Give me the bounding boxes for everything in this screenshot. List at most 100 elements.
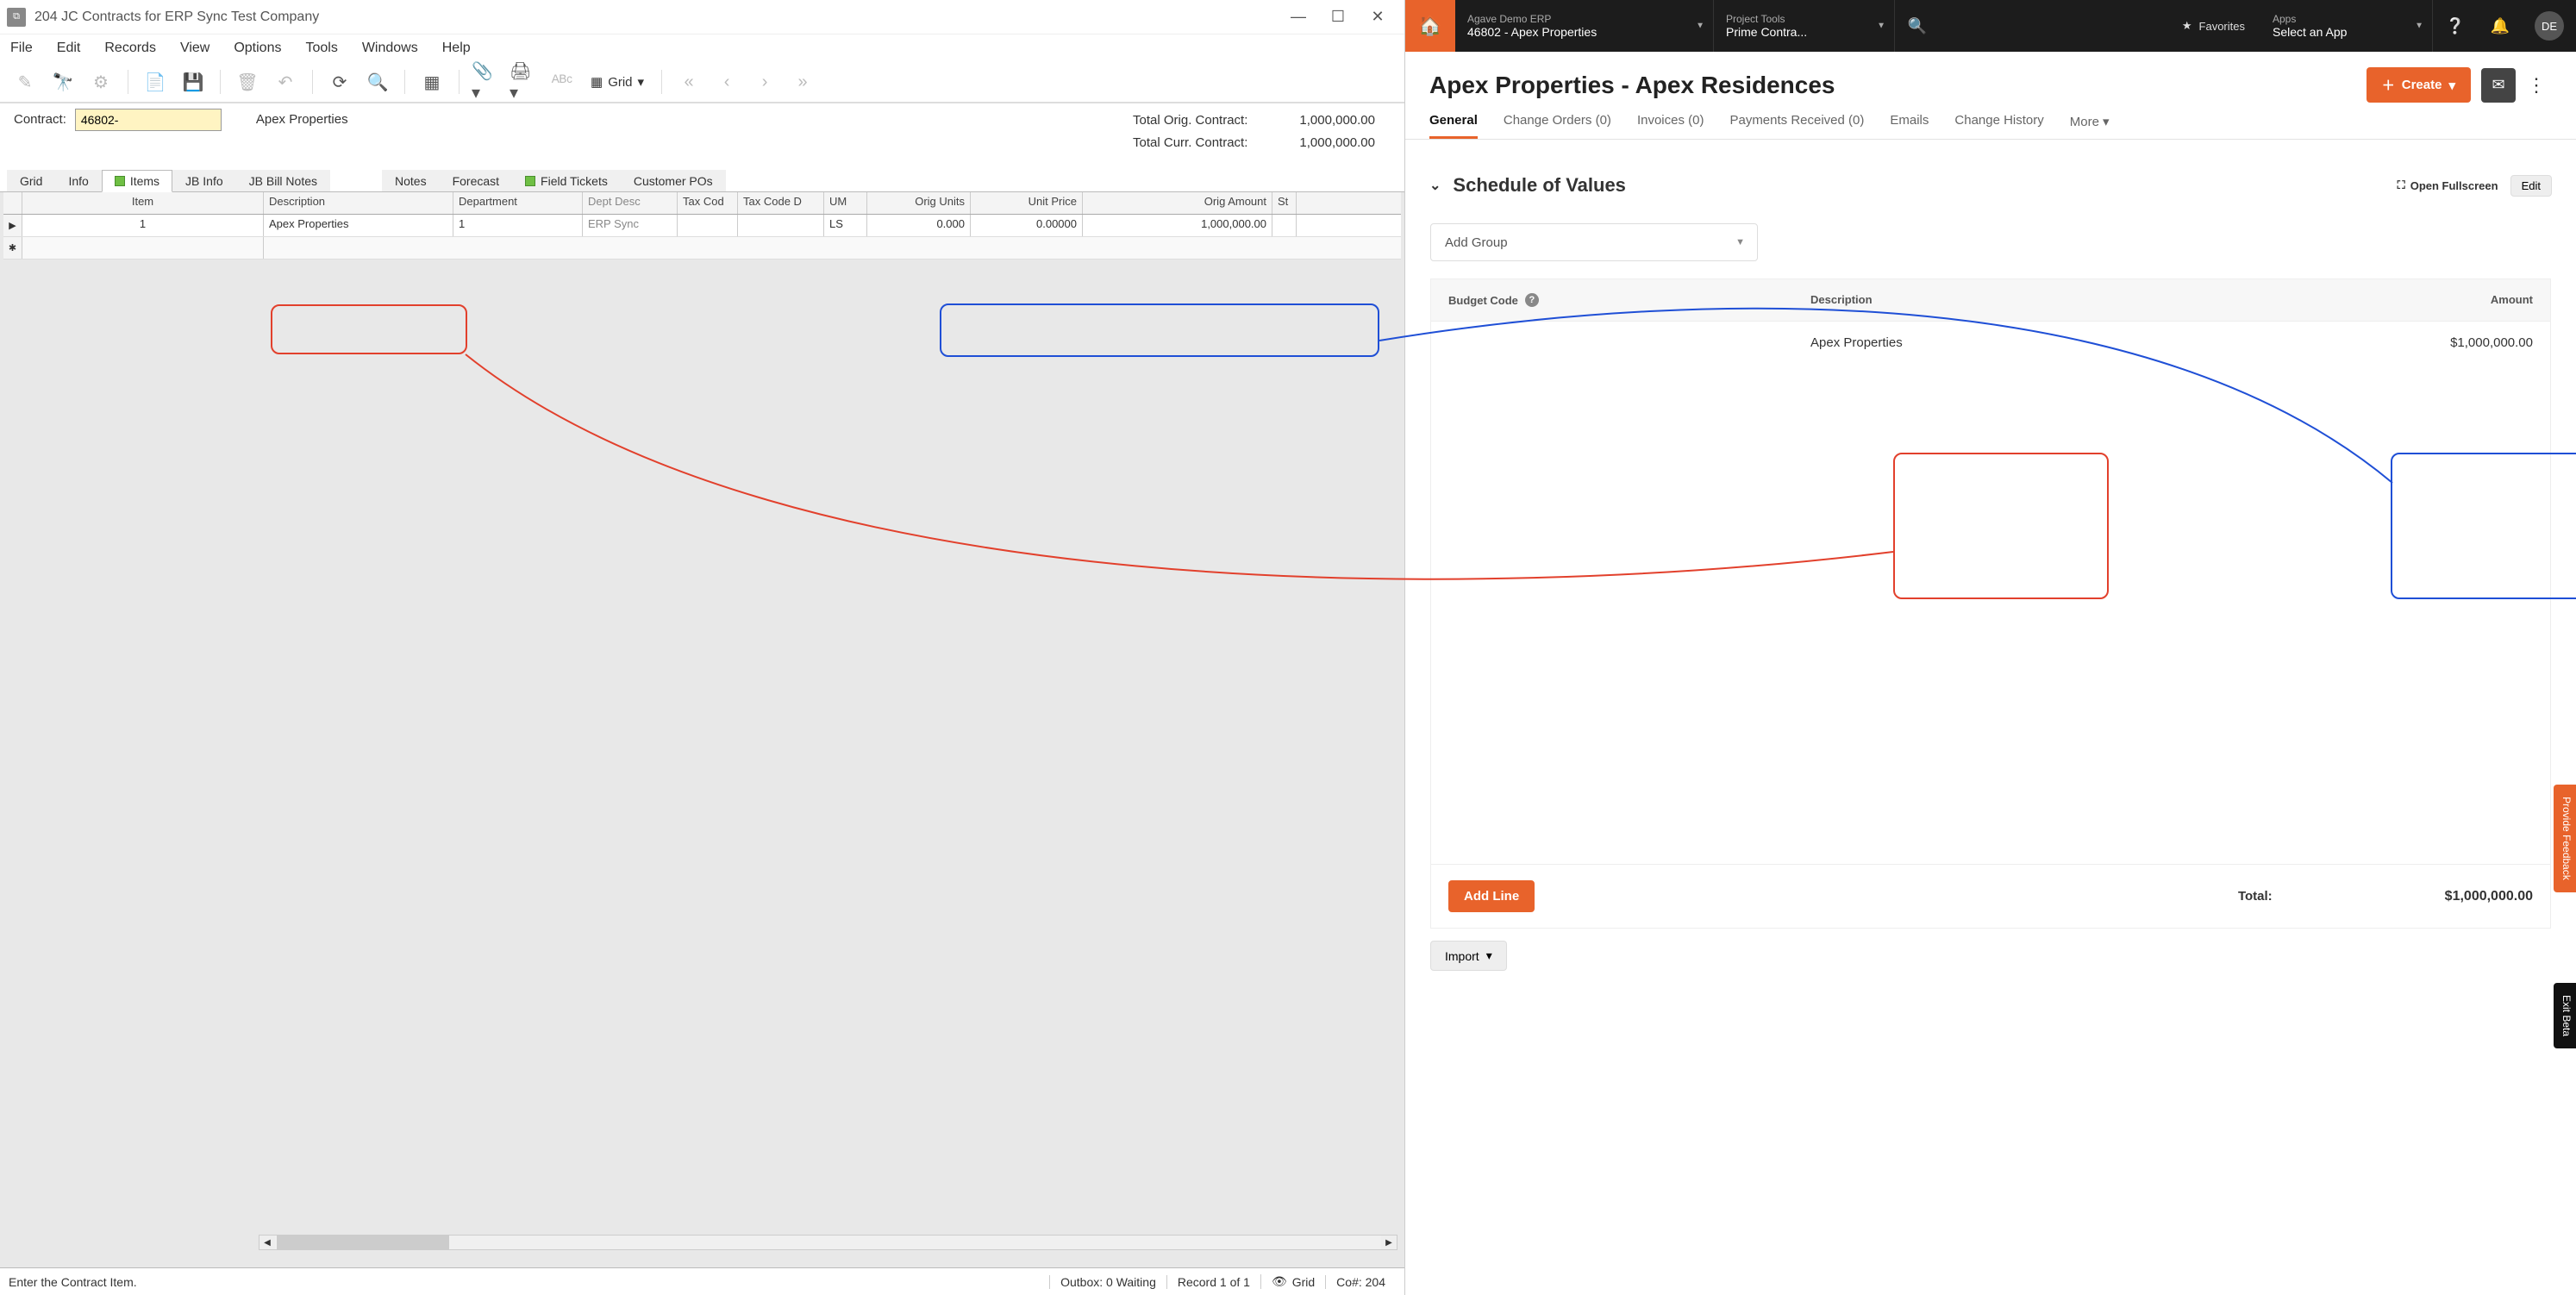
close-button[interactable]: ✕ — [1358, 3, 1397, 31]
undo-icon[interactable]: ↶ — [271, 67, 300, 97]
save-icon[interactable]: 💾 — [178, 67, 208, 97]
col-deptdesc[interactable]: Dept Desc — [583, 192, 678, 214]
tab-items[interactable]: Items — [102, 170, 172, 192]
cell-origamount[interactable]: 1,000,000.00 — [1083, 215, 1272, 236]
grid-horizontal-scrollbar[interactable]: ◀ ▶ — [259, 1235, 1397, 1250]
prev-record-icon[interactable]: ‹ — [712, 67, 741, 97]
fullscreen-button[interactable]: ⛶Open Fullscreen — [2398, 178, 2498, 192]
tab-fieldtickets[interactable]: Field Tickets — [512, 170, 621, 191]
notifications-button[interactable]: 🔔 — [2478, 0, 2523, 52]
favorites-button[interactable]: ★Favorites — [2166, 0, 2260, 52]
grid-new-row[interactable]: ✱ — [3, 237, 1401, 260]
menu-help[interactable]: Help — [442, 41, 471, 56]
col-taxcodedesc[interactable]: Tax Code D — [738, 192, 824, 214]
cell-item[interactable]: 1 — [22, 215, 264, 236]
col-st[interactable]: St — [1272, 192, 1297, 214]
gear-icon[interactable]: ⚙ — [86, 67, 116, 97]
contract-input[interactable] — [75, 109, 222, 131]
tools-selector[interactable]: Project Tools Prime Contra... ▼ — [1714, 0, 1895, 52]
edit-icon[interactable]: ✎ — [10, 67, 40, 97]
tab-invoices[interactable]: Invoices (0) — [1637, 113, 1704, 139]
menu-tools[interactable]: Tools — [305, 41, 337, 56]
col-taxcode[interactable]: Tax Cod — [678, 192, 738, 214]
cell-taxcodedesc[interactable] — [738, 215, 824, 236]
col-unitprice[interactable]: Unit Price — [971, 192, 1083, 214]
cell-department[interactable]: 1 — [453, 215, 583, 236]
add-line-button[interactable]: Add Line — [1448, 880, 1535, 912]
col-department[interactable]: Department — [453, 192, 583, 214]
tab-forecast[interactable]: Forecast — [440, 170, 512, 191]
col-origamount[interactable]: Orig Amount — [1083, 192, 1272, 214]
create-button[interactable]: ＋Create▾ — [2367, 67, 2471, 103]
next-record-icon[interactable]: › — [750, 67, 779, 97]
attachment-icon[interactable]: 📎▾ — [472, 67, 501, 97]
refresh-icon[interactable]: ⟳ — [325, 67, 354, 97]
spellcheck-icon[interactable]: ᴬᴮᶜ — [547, 67, 577, 97]
first-record-icon[interactable]: « — [674, 67, 703, 97]
tab-general[interactable]: General — [1429, 113, 1478, 139]
menu-file[interactable]: File — [10, 41, 33, 56]
help-button[interactable]: ❔ — [2433, 0, 2478, 52]
home-button[interactable]: 🏠 — [1405, 0, 1455, 52]
cell-st[interactable] — [1272, 215, 1297, 236]
print-icon[interactable]: 🖨▾ — [510, 67, 539, 97]
grid-row[interactable]: ▶ 1 Apex Properties 1 ERP Sync LS 0.000 … — [3, 215, 1401, 237]
tab-notes[interactable]: Notes — [382, 170, 440, 191]
cell-deptdesc[interactable]: ERP Sync — [583, 215, 678, 236]
tab-more[interactable]: More▾ — [2070, 113, 2110, 139]
col-um[interactable]: UM — [824, 192, 867, 214]
cell-um[interactable]: LS — [824, 215, 867, 236]
apps-selector[interactable]: Apps Select an App ▼ — [2260, 0, 2433, 52]
col-description[interactable]: Description — [264, 192, 453, 214]
more-actions-button[interactable]: ⋮ — [2521, 74, 2552, 97]
tab-change-history[interactable]: Change History — [1954, 113, 2043, 139]
minimize-button[interactable]: — — [1279, 3, 1318, 31]
tab-jbinfo[interactable]: JB Info — [172, 170, 236, 191]
help-icon[interactable]: ? — [1525, 293, 1539, 307]
new-row-icon[interactable]: ✱ — [3, 237, 22, 259]
tab-payments[interactable]: Payments Received (0) — [1729, 113, 1864, 139]
cell-taxcode[interactable] — [678, 215, 738, 236]
tab-change-orders[interactable]: Change Orders (0) — [1504, 113, 1611, 139]
email-button[interactable]: ✉ — [2481, 68, 2516, 103]
scroll-right-icon[interactable]: ▶ — [1381, 1236, 1397, 1249]
menu-windows[interactable]: Windows — [362, 41, 418, 56]
last-record-icon[interactable]: » — [788, 67, 817, 97]
scroll-thumb[interactable] — [277, 1236, 449, 1249]
cell-origunits[interactable]: 0.000 — [867, 215, 971, 236]
tiles-icon[interactable]: ▦ — [417, 67, 447, 97]
scroll-left-icon[interactable]: ◀ — [259, 1236, 275, 1249]
exit-beta-tab[interactable]: Exit Beta — [2554, 983, 2576, 1048]
tab-customerpos[interactable]: Customer POs — [621, 170, 726, 191]
tab-info[interactable]: Info — [55, 170, 101, 191]
grid-view-dropdown[interactable]: ▦ Grid ▾ — [585, 74, 649, 90]
maximize-button[interactable]: ☐ — [1318, 3, 1358, 31]
add-group-dropdown[interactable]: Add Group ▼ — [1430, 223, 1758, 261]
col-origunits[interactable]: Orig Units — [867, 192, 971, 214]
company-selector[interactable]: Agave Demo ERP 46802 - Apex Properties ▼ — [1455, 0, 1714, 52]
user-avatar[interactable]: DE — [2535, 11, 2564, 41]
cell-description[interactable]: Apex Properties — [264, 215, 453, 236]
tab-emails[interactable]: Emails — [1890, 113, 1929, 139]
menu-edit[interactable]: Edit — [57, 41, 81, 56]
row-selector-icon[interactable]: ▶ — [3, 215, 22, 236]
col-item[interactable]: Item — [22, 192, 264, 214]
chevron-down-icon: ▼ — [1696, 22, 1704, 31]
cell-unitprice[interactable]: 0.00000 — [971, 215, 1083, 236]
edit-button[interactable]: Edit — [2510, 175, 2552, 197]
erp-totals: Total Orig. Contract: 1,000,000.00 Total… — [1133, 109, 1391, 153]
search-icon[interactable]: 🔍 — [363, 67, 392, 97]
import-button[interactable]: Import▾ — [1430, 941, 1507, 971]
trash-icon[interactable]: 🗑 — [233, 67, 262, 97]
feedback-tab[interactable]: Provide Feedback — [2554, 785, 2576, 892]
menu-view[interactable]: View — [180, 41, 209, 56]
new-file-icon[interactable]: 📄 — [141, 67, 170, 97]
collapse-icon[interactable]: ⌄ — [1429, 177, 1441, 194]
sov-row[interactable]: Apex Properties $1,000,000.00 — [1431, 321, 2550, 364]
search-button[interactable]: 🔍 — [1895, 0, 1940, 52]
tab-jbbillnotes[interactable]: JB Bill Notes — [236, 170, 330, 191]
tab-grid[interactable]: Grid — [7, 170, 55, 191]
menu-options[interactable]: Options — [234, 41, 281, 56]
menu-records[interactable]: Records — [104, 41, 156, 56]
binoculars-icon[interactable]: 🔭 — [48, 67, 78, 97]
